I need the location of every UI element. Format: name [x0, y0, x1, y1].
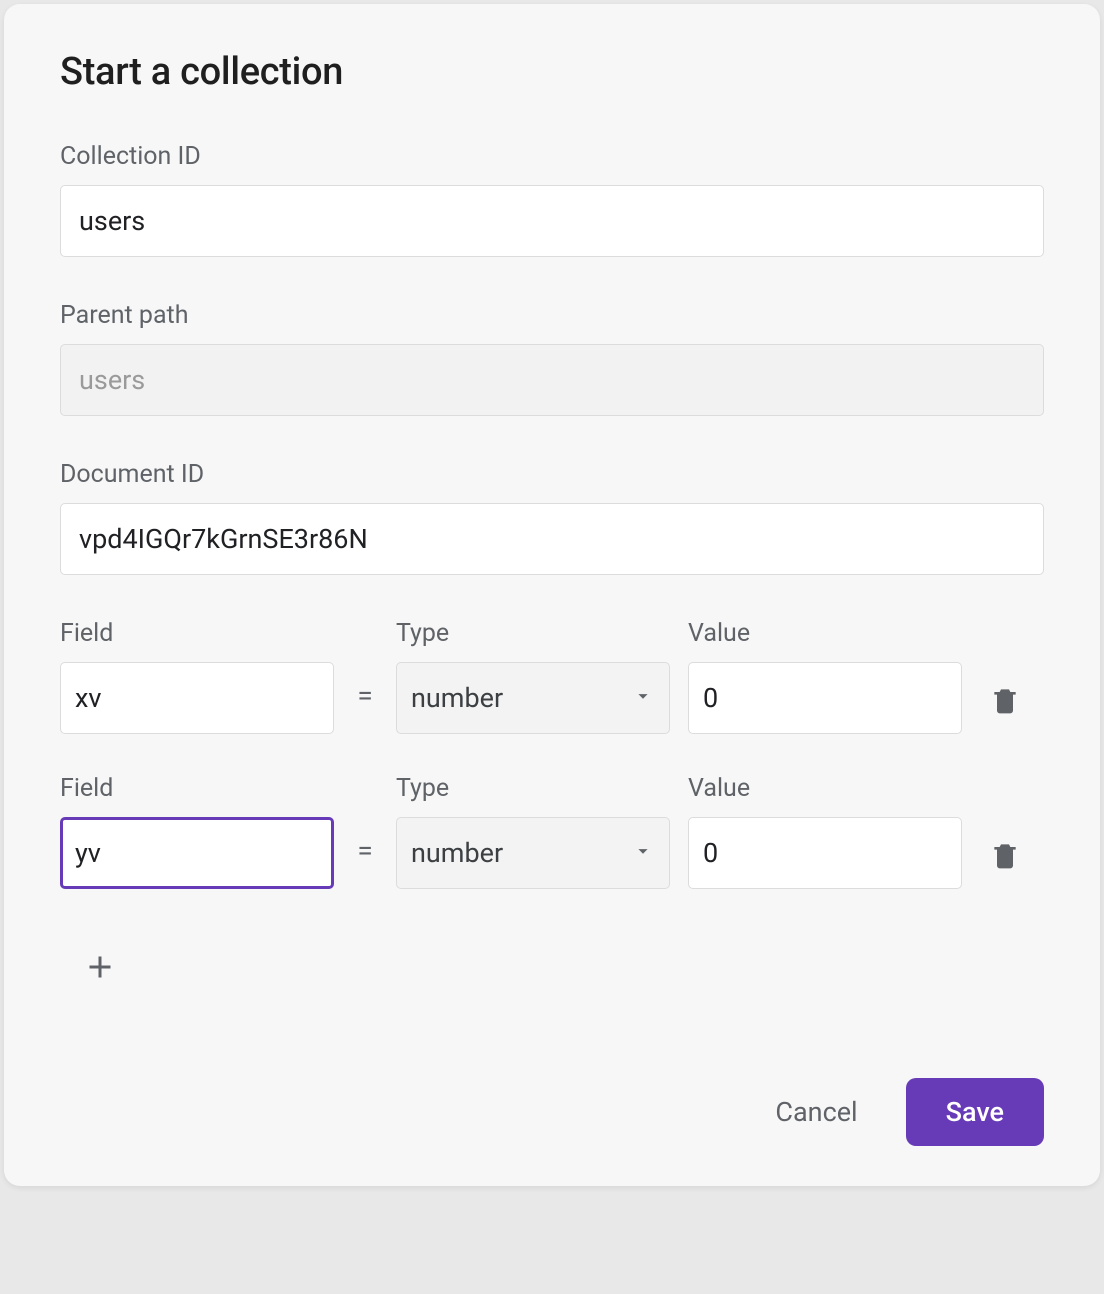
- field-type-select[interactable]: number: [396, 817, 670, 889]
- value-header: Value: [688, 619, 962, 648]
- trash-icon: [989, 682, 1021, 722]
- field-row: Field = Type number Value: [60, 774, 1044, 889]
- add-field-button[interactable]: [82, 949, 1044, 989]
- delete-field-button[interactable]: [980, 837, 1030, 889]
- type-header: Type: [396, 619, 670, 648]
- parent-path-input: [60, 344, 1044, 416]
- field-type-value: number: [411, 837, 503, 869]
- field-header: Field: [60, 774, 334, 803]
- value-header: Value: [688, 774, 962, 803]
- parent-path-label: Parent path: [60, 301, 1044, 330]
- collection-id-group: Collection ID: [60, 142, 1044, 257]
- field-name-input[interactable]: [60, 662, 334, 734]
- field-type-select[interactable]: number: [396, 662, 670, 734]
- collection-id-input[interactable]: [60, 185, 1044, 257]
- dialog-actions: Cancel Save: [60, 1078, 1044, 1146]
- cancel-button[interactable]: Cancel: [767, 1080, 865, 1144]
- start-collection-dialog: Start a collection Collection ID Parent …: [4, 4, 1100, 1186]
- save-button[interactable]: Save: [906, 1078, 1044, 1146]
- document-id-input[interactable]: [60, 503, 1044, 575]
- type-header: Type: [396, 774, 670, 803]
- dialog-title: Start a collection: [60, 50, 1044, 94]
- field-type-value: number: [411, 682, 503, 714]
- equals-sign: =: [352, 679, 378, 734]
- plus-icon: [82, 970, 118, 989]
- field-header: Field: [60, 619, 334, 648]
- trash-icon: [989, 837, 1021, 877]
- document-id-group: Document ID: [60, 460, 1044, 575]
- collection-id-label: Collection ID: [60, 142, 1044, 171]
- field-value-input[interactable]: [688, 817, 962, 889]
- parent-path-group: Parent path: [60, 301, 1044, 416]
- document-id-label: Document ID: [60, 460, 1044, 489]
- field-row: Field = Type number Value: [60, 619, 1044, 734]
- equals-sign: =: [352, 834, 378, 889]
- field-name-input[interactable]: [60, 817, 334, 889]
- field-value-input[interactable]: [688, 662, 962, 734]
- delete-field-button[interactable]: [980, 682, 1030, 734]
